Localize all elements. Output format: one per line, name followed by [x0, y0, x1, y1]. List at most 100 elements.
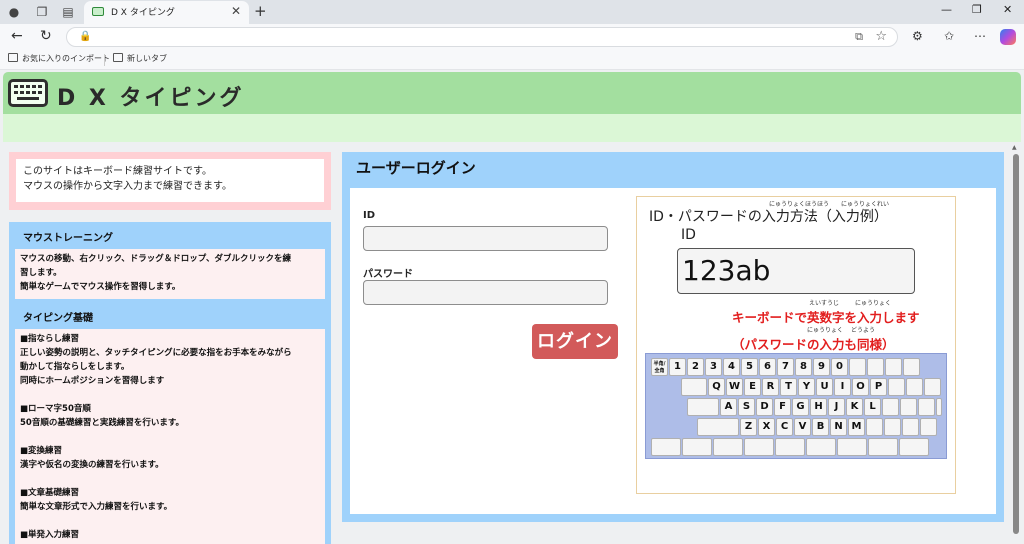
- mouse-desc-line: 習します。: [20, 268, 62, 278]
- login-form: ID パスワード ログイン にゅうりょくほうほう にゅうりょくれい ID・パスワ…: [350, 188, 996, 514]
- scroll-up-icon[interactable]: ▲: [1012, 144, 1017, 151]
- lock-icon: 🔒: [79, 31, 92, 42]
- browser-navbar: ← ↻ 🔒 ⧉ ☆ ⚙ ✩ ⋯: [0, 24, 1024, 50]
- key-U: U: [816, 378, 833, 396]
- minimize-icon[interactable]: —: [941, 3, 952, 16]
- key-8: 8: [795, 358, 812, 376]
- app-available-icon[interactable]: ⧉: [855, 30, 863, 44]
- browser-titlebar: ● ❐ ▤ D X タイピング ✕ + — ❐ ✕: [0, 0, 1024, 24]
- favorite-import[interactable]: お気に入りのインポート: [8, 53, 110, 64]
- key-blank: .: [681, 378, 707, 396]
- more-menu-icon[interactable]: ⋯: [974, 29, 986, 43]
- key-blank: .: [775, 438, 805, 456]
- restore-icon[interactable]: ❐: [972, 3, 982, 16]
- key-blank: .: [920, 418, 937, 436]
- instruction-text: キーボードで英数字を入力します: [732, 310, 920, 325]
- ruby-text: にゅうりょく: [807, 327, 844, 334]
- menu-item-sentence[interactable]: ■文章基礎練習: [20, 486, 320, 500]
- login-title: ユーザーログイン: [356, 159, 476, 177]
- key-F: F: [774, 398, 791, 416]
- key-V: V: [794, 418, 811, 436]
- password-label: パスワード: [363, 269, 413, 280]
- mouse-desc-line: 簡単なゲームでマウス操作を習得します。: [20, 282, 181, 292]
- key-1: 1: [669, 358, 686, 376]
- key-blank: .: [884, 418, 901, 436]
- window-close-icon[interactable]: ✕: [1003, 3, 1012, 16]
- favorites-bar: お気に入りのインポート 新しいタブ: [0, 50, 1024, 70]
- keyboard-diagram: 半角/全角1234567890.....QWERTYUIOP....ASDFGH…: [645, 353, 947, 459]
- browser-tab[interactable]: D X タイピング ✕: [84, 1, 249, 24]
- key-blank: .: [849, 358, 866, 376]
- password-input[interactable]: [363, 280, 608, 305]
- menu-item-finger-warmup[interactable]: ■指ならし練習: [20, 332, 320, 346]
- key-blank: .: [682, 438, 712, 456]
- key-blank: .: [867, 358, 884, 376]
- key-blank: .: [713, 438, 743, 456]
- key-blank: .: [868, 438, 898, 456]
- tab-actions-icon[interactable]: ▤: [60, 4, 76, 20]
- key-blank: .: [882, 398, 899, 416]
- folder-icon: [8, 53, 18, 62]
- key-P: P: [870, 378, 887, 396]
- key-C: C: [776, 418, 793, 436]
- key-blank: .: [806, 438, 836, 456]
- close-tab-icon[interactable]: ✕: [231, 4, 241, 18]
- intro-line: このサイトはキーボード練習サイトです。: [23, 166, 212, 177]
- key-I: I: [834, 378, 851, 396]
- key-L: L: [864, 398, 881, 416]
- favorite-star-icon[interactable]: ☆: [875, 29, 887, 44]
- menu-item-desc: 動かして指ならしをします。: [20, 362, 130, 372]
- menu-heading-typing[interactable]: タイピング基礎: [23, 309, 93, 324]
- key-X: X: [758, 418, 775, 436]
- key-blank: .: [899, 438, 929, 456]
- menu-item-desc: 漢字や仮名の変換の練習を行います。: [20, 460, 164, 470]
- mouse-training-box[interactable]: マウスの移動、右クリック、ドラッグ＆ドロップ、ダブルクリックを練 習します。 簡…: [15, 249, 325, 299]
- favorite-new-tab-label: 新しいタブ: [127, 54, 167, 63]
- intro-text: このサイトはキーボード練習サイトです。 マウスの操作から文字入力まで練習できます…: [16, 159, 324, 202]
- example-id-field: 123ab: [677, 248, 915, 294]
- tab-title: D X タイピング: [111, 8, 175, 18]
- menu-heading-mouse[interactable]: マウストレーニング: [23, 229, 113, 244]
- key-blank: .: [906, 378, 923, 396]
- menu-item-desc: 正しい姿勢の説明と、タッチタイピングに必要な指をお手本をみながら: [20, 348, 292, 358]
- key-blank: .: [924, 378, 941, 396]
- key-blank: .: [900, 398, 917, 416]
- scrollbar-thumb[interactable]: [1013, 154, 1019, 534]
- key-: 半角/全角: [651, 358, 668, 376]
- id-input[interactable]: [363, 226, 608, 251]
- key-J: J: [828, 398, 845, 416]
- address-bar[interactable]: 🔒 ⧉ ☆: [66, 27, 898, 47]
- key-blank: .: [651, 438, 681, 456]
- key-blank: .: [936, 398, 942, 416]
- intro-line: マウスの操作から文字入力まで練習できます。: [23, 181, 232, 192]
- page-scrollbar[interactable]: ▲: [1012, 144, 1020, 542]
- new-tab-icon[interactable]: +: [254, 2, 267, 20]
- profile-icon[interactable]: ●: [6, 4, 22, 20]
- menu-item-single[interactable]: ■単発入力練習: [20, 528, 320, 542]
- favorite-new-tab[interactable]: 新しいタブ: [113, 53, 167, 64]
- favorites-icon[interactable]: ✩: [944, 29, 954, 43]
- back-icon[interactable]: ←: [11, 28, 23, 44]
- menu-item-romaji[interactable]: ■ローマ字50音順: [20, 402, 320, 416]
- login-button[interactable]: ログイン: [532, 324, 618, 359]
- menu-item-conversion[interactable]: ■変換練習: [20, 444, 320, 458]
- page-icon: [113, 53, 123, 62]
- copilot-icon[interactable]: [1000, 29, 1016, 45]
- key-2: 2: [687, 358, 704, 376]
- login-panel: ユーザーログイン ID パスワード ログイン にゅうりょくほうほう にゅうりょく…: [342, 152, 1004, 522]
- key-blank: .: [918, 398, 935, 416]
- site-header: D X タイピング: [3, 72, 1021, 114]
- key-S: S: [738, 398, 755, 416]
- key-blank: .: [687, 398, 719, 416]
- id-label: ID: [363, 210, 376, 221]
- instruction-note: （パスワードの入力も同様）: [732, 337, 895, 352]
- keyboard-logo-icon: [8, 79, 48, 107]
- refresh-icon[interactable]: ↻: [40, 28, 52, 44]
- ruby-text: えいすうじ: [809, 300, 840, 307]
- menu-item-desc: 50音順の基礎練習と実践練習を行います。: [20, 418, 184, 428]
- help-title: ID・パスワードの入力方法（入力例）: [649, 209, 888, 225]
- extensions-icon[interactable]: ⚙: [912, 29, 923, 43]
- typing-basics-box[interactable]: ■指ならし練習 正しい姿勢の説明と、タッチタイピングに必要な指をお手本をみながら…: [15, 329, 325, 544]
- keyboard-favicon-icon: [92, 7, 104, 16]
- workspaces-icon[interactable]: ❐: [34, 4, 50, 20]
